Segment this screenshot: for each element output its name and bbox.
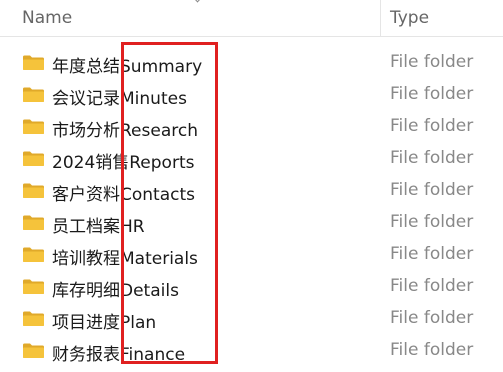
folder-name: 2024销售Reports bbox=[52, 153, 195, 173]
file-list: 年度总结Summary File folder 会议记录Minutes File… bbox=[0, 46, 503, 366]
folder-icon bbox=[23, 119, 44, 134]
folder-icon bbox=[23, 343, 44, 358]
folder-name: 年度总结Summary bbox=[52, 57, 203, 77]
folder-type: File folder bbox=[390, 276, 474, 296]
folder-icon bbox=[23, 55, 44, 70]
list-item[interactable]: 培训教程Materials File folder bbox=[0, 238, 503, 270]
folder-name: 客户资料Contacts bbox=[52, 185, 195, 205]
folder-icon bbox=[23, 215, 44, 230]
column-header-bar: Name Type bbox=[0, 0, 503, 37]
list-item[interactable]: 市场分析Research File folder bbox=[0, 110, 503, 142]
column-header-type[interactable]: Type bbox=[390, 8, 429, 28]
folder-icon bbox=[23, 151, 44, 166]
column-header-name[interactable]: Name bbox=[22, 8, 72, 28]
folder-type: File folder bbox=[390, 148, 474, 168]
folder-type: File folder bbox=[390, 340, 474, 360]
list-item[interactable]: 会议记录Minutes File folder bbox=[0, 78, 503, 110]
folder-type: File folder bbox=[390, 308, 474, 328]
folder-name: 员工档案HR bbox=[52, 217, 145, 237]
list-item[interactable]: 项目进度Plan File folder bbox=[0, 302, 503, 334]
folder-name: 会议记录Minutes bbox=[52, 89, 187, 109]
folder-icon bbox=[23, 279, 44, 294]
folder-name: 财务报表Finance bbox=[52, 345, 186, 365]
list-item[interactable]: 客户资料Contacts File folder bbox=[0, 174, 503, 206]
sort-chevron-icon[interactable] bbox=[192, 0, 203, 3]
column-divider[interactable] bbox=[380, 0, 381, 36]
folder-name: 库存明细Details bbox=[52, 281, 179, 301]
folder-name: 项目进度Plan bbox=[52, 313, 157, 333]
folder-icon bbox=[23, 311, 44, 326]
folder-type: File folder bbox=[390, 212, 474, 232]
list-item[interactable]: 2024销售Reports File folder bbox=[0, 142, 503, 174]
folder-name: 培训教程Materials bbox=[52, 249, 198, 269]
list-item[interactable]: 员工档案HR File folder bbox=[0, 206, 503, 238]
list-item[interactable]: 库存明细Details File folder bbox=[0, 270, 503, 302]
list-item[interactable]: 年度总结Summary File folder bbox=[0, 46, 503, 78]
folder-name: 市场分析Research bbox=[52, 121, 198, 141]
folder-type: File folder bbox=[390, 84, 474, 104]
folder-icon bbox=[23, 183, 44, 198]
list-item[interactable]: 财务报表Finance File folder bbox=[0, 334, 503, 366]
folder-type: File folder bbox=[390, 52, 474, 72]
folder-type: File folder bbox=[390, 180, 474, 200]
folder-icon bbox=[23, 247, 44, 262]
folder-icon bbox=[23, 87, 44, 102]
folder-type: File folder bbox=[390, 116, 474, 136]
folder-type: File folder bbox=[390, 244, 474, 264]
